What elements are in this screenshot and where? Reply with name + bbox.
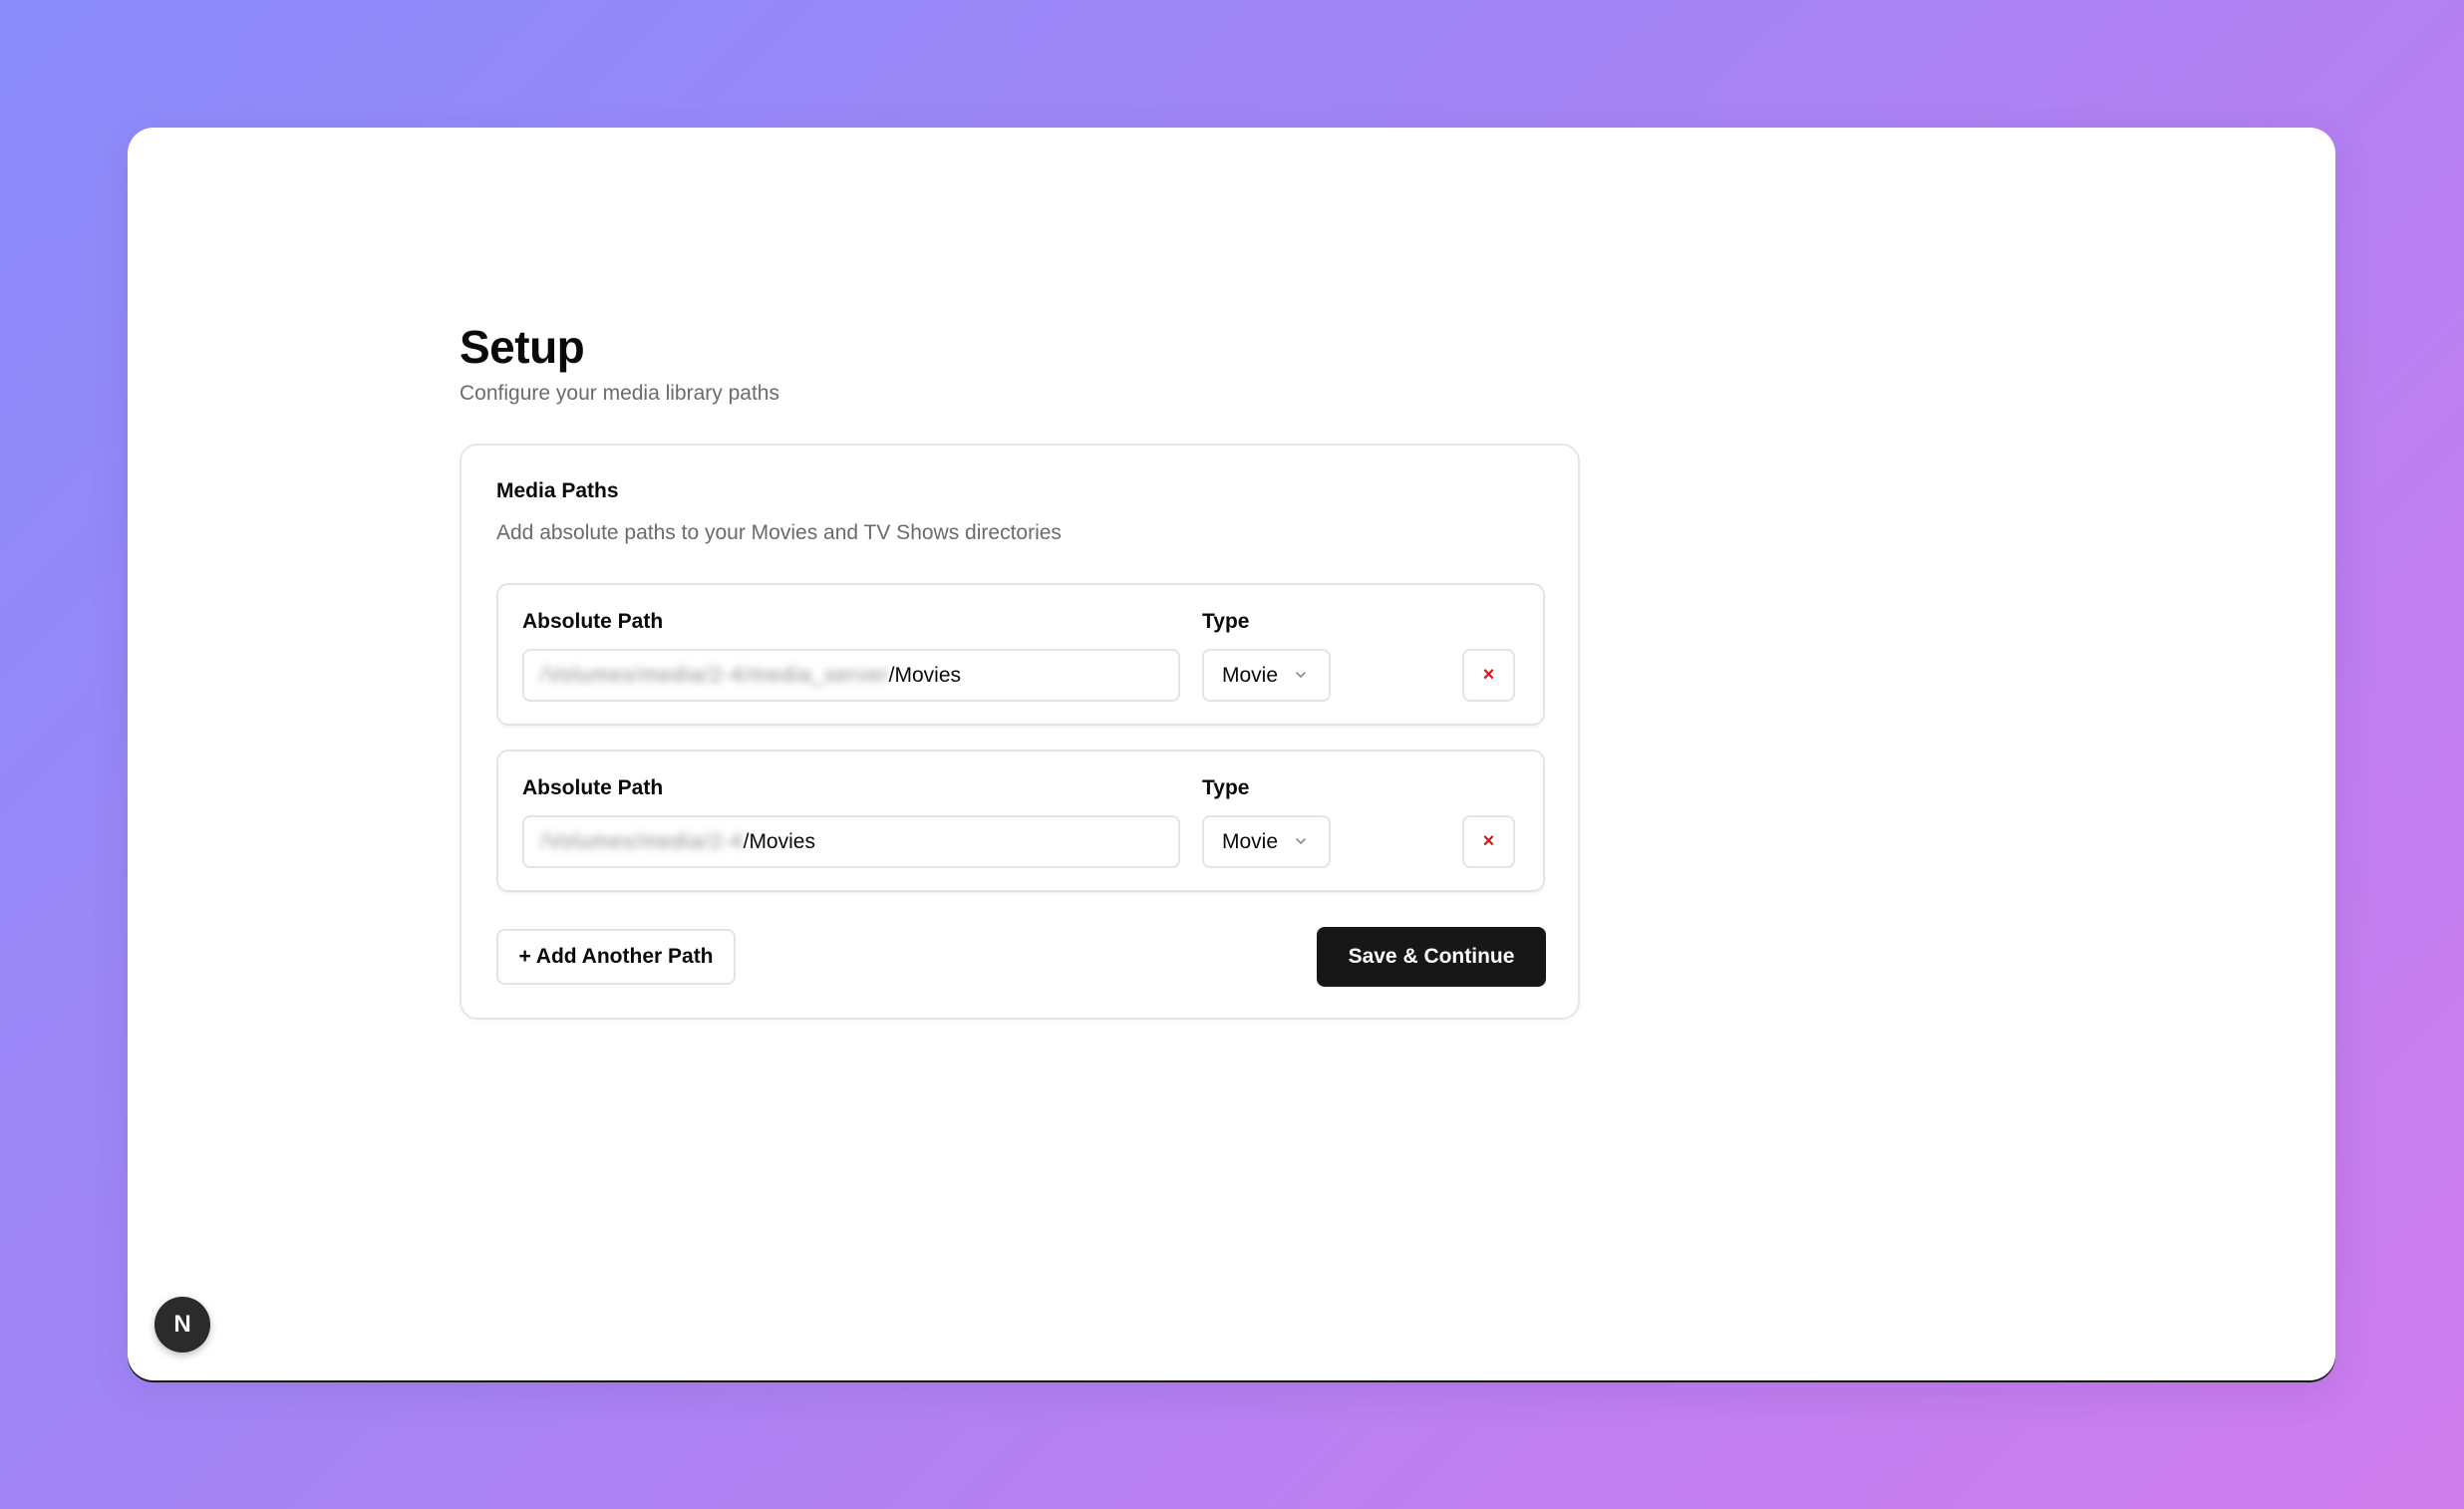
absolute-path-label: Absolute Path (522, 776, 664, 799)
page-subtitle: Configure your media library paths (460, 382, 779, 405)
dev-badge-letter: N (173, 1311, 191, 1338)
remove-path-button[interactable]: × (1462, 815, 1515, 868)
media-paths-card: Media Paths Add absolute paths to your M… (460, 444, 1580, 1020)
card-description: Add absolute paths to your Movies and TV… (496, 521, 1062, 544)
page-title: Setup (460, 321, 585, 373)
close-icon: × (1482, 830, 1495, 852)
type-select-value: Movie (1222, 663, 1279, 687)
path-visible-segment: /Movies (888, 663, 962, 687)
absolute-path-input[interactable]: /Volumes/media/2-4/Movies (522, 815, 1180, 868)
type-label: Type (1202, 776, 1250, 799)
path-visible-segment: /Movies (743, 829, 815, 853)
type-select[interactable]: Movie (1202, 815, 1331, 868)
absolute-path-label: Absolute Path (522, 610, 664, 633)
app-window: Setup Configure your media library paths… (128, 128, 2335, 1380)
chevron-down-icon (1296, 672, 1306, 678)
nextjs-dev-indicator-icon[interactable]: N (154, 1297, 210, 1353)
add-another-path-button[interactable]: + Add Another Path (496, 929, 736, 985)
close-icon: × (1482, 664, 1495, 686)
path-row: Absolute Path Type /Volumes/media/2-4/me… (496, 583, 1545, 726)
path-row: Absolute Path Type /Volumes/media/2-4/Mo… (496, 750, 1545, 892)
redacted-path-segment: /Volumes/media/2-4/media_server (540, 663, 889, 687)
save-continue-button[interactable]: Save & Continue (1317, 927, 1546, 987)
card-title: Media Paths (496, 479, 619, 502)
type-select-value: Movie (1222, 829, 1279, 853)
remove-path-button[interactable]: × (1462, 649, 1515, 702)
absolute-path-input[interactable]: /Volumes/media/2-4/media_server/Movies (522, 649, 1180, 702)
type-select[interactable]: Movie (1202, 649, 1331, 702)
redacted-path-segment: /Volumes/media/2-4 (540, 829, 744, 853)
chevron-down-icon (1296, 838, 1306, 844)
type-label: Type (1202, 610, 1250, 633)
